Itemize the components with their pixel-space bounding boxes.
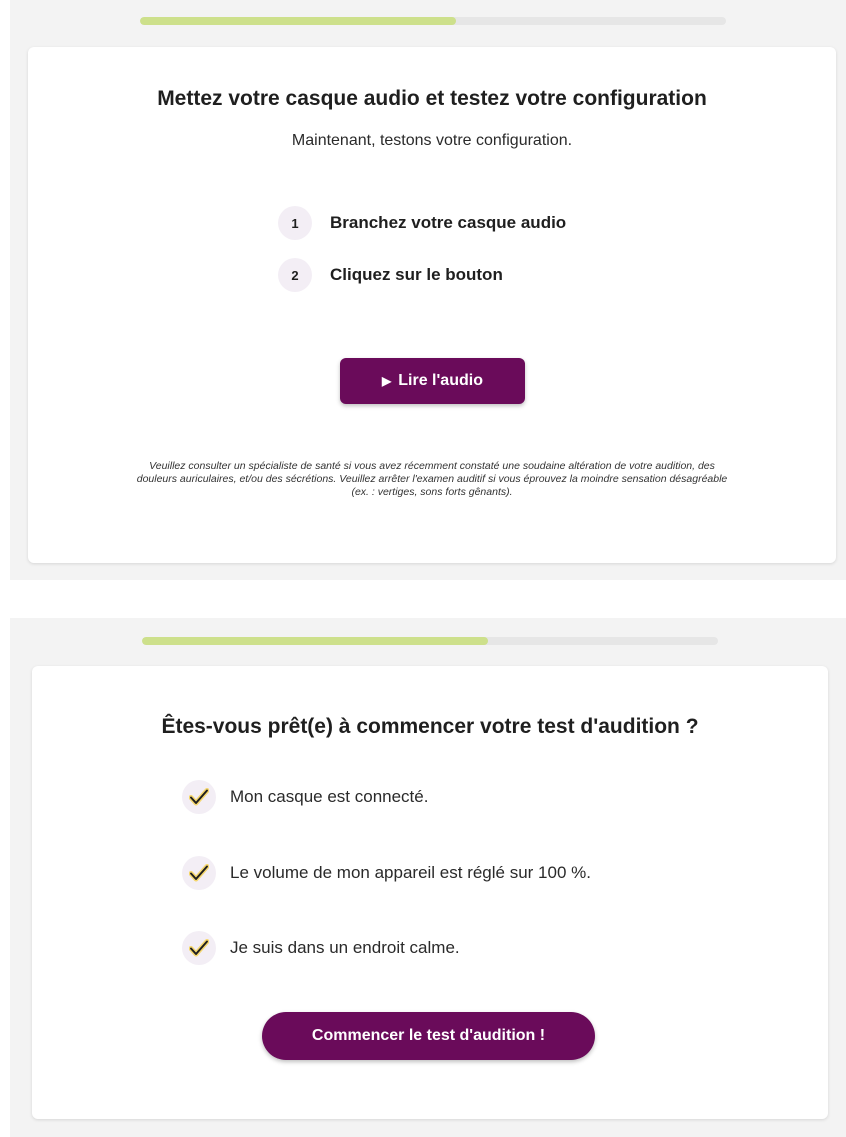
checklist-label: Je suis dans un endroit calme.	[230, 938, 460, 957]
play-audio-button[interactable]: ▶ Lire l'audio	[340, 358, 525, 404]
play-audio-label: Lire l'audio	[398, 372, 483, 389]
step-number-badge: 2	[278, 258, 312, 292]
progress-bar	[140, 17, 726, 25]
step-number-badge: 1	[278, 206, 312, 240]
health-disclaimer: Veuillez consulter un spécialiste de san…	[136, 460, 728, 498]
play-icon: ▶	[382, 374, 392, 388]
check-icon	[182, 931, 216, 965]
progress-bar-fill	[142, 637, 488, 645]
check-icon	[182, 780, 216, 814]
checklist-label: Mon casque est connecté.	[230, 787, 429, 806]
checklist-item-headset: Mon casque est connecté.	[182, 780, 428, 814]
checklist-item-quiet: Je suis dans un endroit calme.	[182, 931, 460, 965]
start-test-button[interactable]: Commencer le test d'audition !	[262, 1012, 595, 1060]
page-title: Êtes-vous prêt(e) à commencer votre test…	[161, 715, 699, 738]
ready-card: Êtes-vous prêt(e) à commencer votre test…	[32, 666, 828, 1119]
checklist-label: Le volume de mon appareil est réglé sur …	[230, 863, 591, 882]
setup-screen: Mettez votre casque audio et testez votr…	[10, 0, 846, 580]
ready-screen: Êtes-vous prêt(e) à commencer votre test…	[10, 618, 846, 1137]
check-icon	[182, 856, 216, 890]
step-label: Branchez votre casque audio	[330, 213, 567, 232]
page-subtitle: Maintenant, testons votre configuration.	[291, 132, 573, 149]
step-label: Cliquez sur le bouton	[330, 265, 503, 284]
checklist-item-volume: Le volume de mon appareil est réglé sur …	[182, 856, 591, 890]
progress-bar-fill	[140, 17, 457, 25]
start-test-label: Commencer le test d'audition !	[311, 1027, 546, 1044]
page-title: Mettez votre casque audio et testez votr…	[157, 87, 707, 110]
step-item-1: 1 Branchez votre casque audio	[278, 206, 566, 240]
setup-card: Mettez votre casque audio et testez votr…	[28, 47, 836, 563]
progress-bar	[142, 637, 718, 645]
step-item-2: 2 Cliquez sur le bouton	[278, 258, 503, 292]
